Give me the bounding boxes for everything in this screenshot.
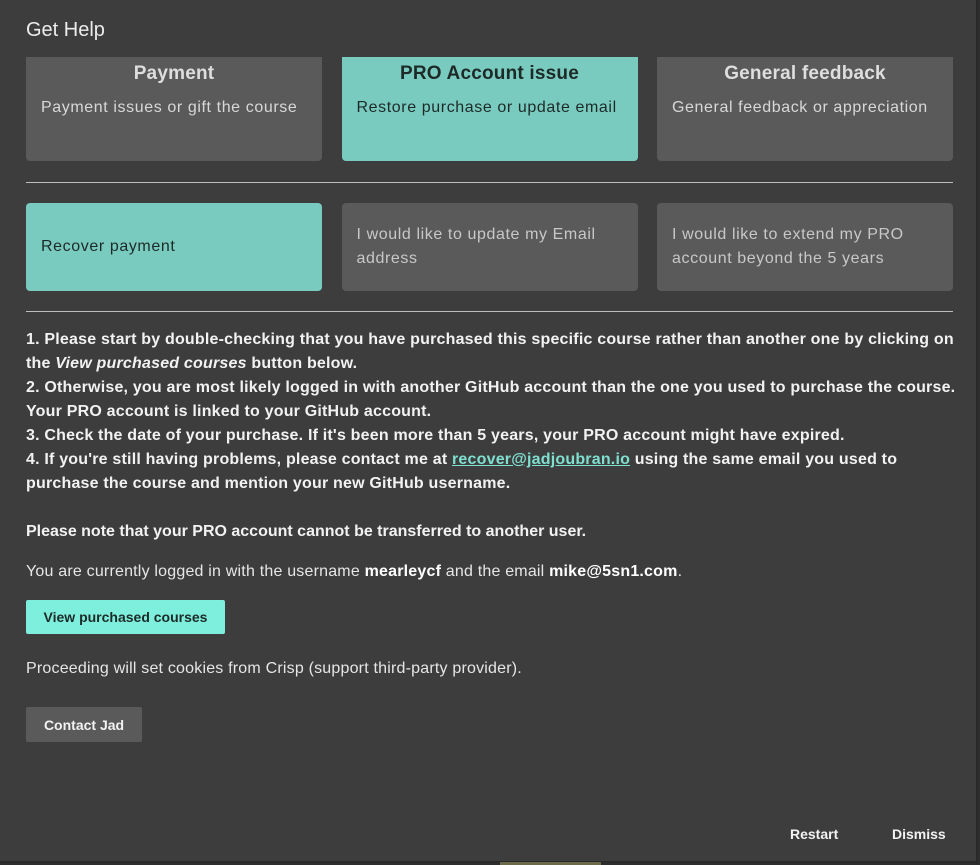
step1-emphasis: View purchased courses xyxy=(55,355,247,372)
category-cards: Payment Payment issues or gift the cours… xyxy=(26,57,953,161)
restart-button[interactable]: Restart xyxy=(790,822,838,846)
account-middle: and the email xyxy=(441,563,550,580)
account-info: You are currently logged in with the use… xyxy=(26,560,682,584)
instruction-step-2: 2. Otherwise, you are most likely logged… xyxy=(26,379,956,420)
category-card-pro-account-issue[interactable]: PRO Account issue Restore purchase or up… xyxy=(341,57,638,161)
topic-card-update-email[interactable]: I would like to update my Email address xyxy=(341,203,638,291)
dialog-title: Get Help xyxy=(26,19,105,41)
account-prefix: You are currently logged in with the use… xyxy=(26,563,365,580)
step1-text-after: button below. xyxy=(246,355,358,372)
topic-card-recover-payment[interactable]: Recover payment xyxy=(26,203,322,291)
category-card-payment[interactable]: Payment Payment issues or gift the cours… xyxy=(26,57,322,161)
category-card-title: General feedback xyxy=(724,63,886,84)
account-suffix: . xyxy=(677,563,683,580)
step4-text-before: 4. If you're still having problems, plea… xyxy=(26,451,452,468)
category-card-general-feedback[interactable]: General feedback General feedback or app… xyxy=(657,57,953,161)
support-email-link[interactable]: recover@jadjoubran.io xyxy=(452,451,630,468)
instruction-step-1: 1. Please start by double-checking that … xyxy=(26,328,956,376)
divider xyxy=(26,311,953,312)
transfer-note: Please note that your PRO account cannot… xyxy=(26,523,587,540)
category-card-title: PRO Account issue xyxy=(399,63,579,84)
dismiss-button[interactable]: Dismiss xyxy=(892,822,946,846)
topic-card-label: I would like to extend my PRO account be… xyxy=(672,226,904,267)
account-username: mearleycf xyxy=(364,563,442,580)
instructions: 1. Please start by double-checking that … xyxy=(26,328,956,496)
view-purchased-courses-button[interactable]: View purchased courses xyxy=(26,600,225,634)
cookies-notice: Proceeding will set cookies from Crisp (… xyxy=(26,660,522,677)
instruction-step-3: 3. Check the date of your purchase. If i… xyxy=(26,427,845,444)
topic-card-label: I would like to update my Email address xyxy=(356,226,596,267)
category-card-description: Restore purchase or update email xyxy=(356,99,617,116)
category-card-description: Payment issues or gift the course xyxy=(41,99,298,116)
divider xyxy=(26,182,953,183)
account-email: mike@5sn1.com xyxy=(549,563,678,580)
topic-card-label: Recover payment xyxy=(41,238,176,255)
topic-card-extend-pro[interactable]: I would like to extend my PRO account be… xyxy=(657,203,953,291)
topic-cards: Recover payment I would like to update m… xyxy=(26,203,953,291)
category-card-title: Payment xyxy=(133,63,215,84)
instruction-step-4: 4. If you're still having problems, plea… xyxy=(26,448,956,496)
category-card-description: General feedback or appreciation xyxy=(672,99,928,116)
contact-jad-button[interactable]: Contact Jad xyxy=(26,707,142,742)
get-help-dialog: Get Help Payment Payment issues or gift … xyxy=(0,0,978,863)
